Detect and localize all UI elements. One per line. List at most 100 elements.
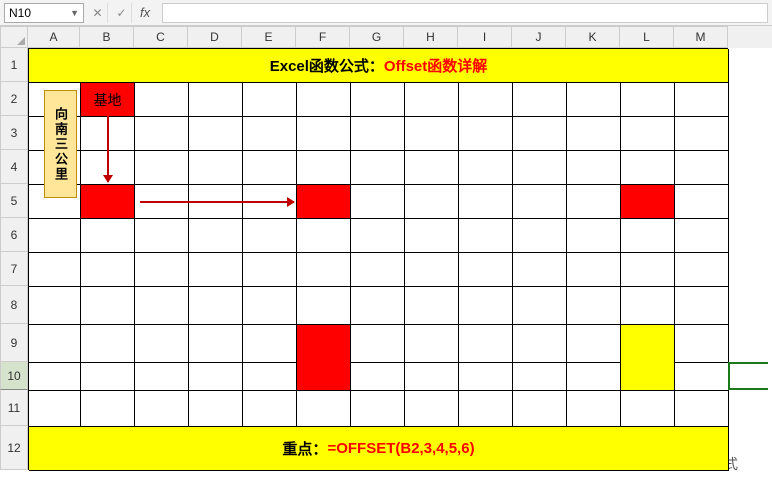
- cell-B8[interactable]: [81, 287, 135, 325]
- cell-E2[interactable]: [243, 83, 297, 117]
- accept-icon[interactable]: ✓: [112, 3, 132, 23]
- cell-B10[interactable]: [81, 363, 135, 391]
- cell-C3[interactable]: [135, 117, 189, 151]
- row-header-4[interactable]: 4: [0, 150, 28, 184]
- cell-K4[interactable]: [567, 151, 621, 185]
- col-header-L[interactable]: L: [620, 26, 674, 48]
- col-header-J[interactable]: J: [512, 26, 566, 48]
- cell-H2[interactable]: [405, 83, 459, 117]
- cell-D8[interactable]: [189, 287, 243, 325]
- cell-H4[interactable]: [405, 151, 459, 185]
- cell-F5[interactable]: [297, 185, 351, 219]
- cell-grid[interactable]: Excel函数公式：Offset函数详解基地重点：=OFFSET(B2,3,4,…: [28, 48, 728, 470]
- cell-D7[interactable]: [189, 253, 243, 287]
- cell-J4[interactable]: [513, 151, 567, 185]
- cell-M8[interactable]: [675, 287, 729, 325]
- cell-F3[interactable]: [297, 117, 351, 151]
- cell-L4[interactable]: [621, 151, 675, 185]
- cell-D3[interactable]: [189, 117, 243, 151]
- cell-G7[interactable]: [351, 253, 405, 287]
- cell-I7[interactable]: [459, 253, 513, 287]
- cell-D9[interactable]: [189, 325, 243, 363]
- cell-C9[interactable]: [135, 325, 189, 363]
- cell-J8[interactable]: [513, 287, 567, 325]
- cell-F4[interactable]: [297, 151, 351, 185]
- row-header-8[interactable]: 8: [0, 286, 28, 324]
- col-header-E[interactable]: E: [242, 26, 296, 48]
- cell-H5[interactable]: [405, 185, 459, 219]
- cell-C8[interactable]: [135, 287, 189, 325]
- cell-D6[interactable]: [189, 219, 243, 253]
- cell-B7[interactable]: [81, 253, 135, 287]
- cell-A11[interactable]: [29, 391, 81, 427]
- cell-A6[interactable]: [29, 219, 81, 253]
- cell-C7[interactable]: [135, 253, 189, 287]
- cell-C6[interactable]: [135, 219, 189, 253]
- cell-A1[interactable]: Excel函数公式：Offset函数详解: [29, 49, 729, 83]
- cell-K5[interactable]: [567, 185, 621, 219]
- cell-D11[interactable]: [189, 391, 243, 427]
- col-header-I[interactable]: I: [458, 26, 512, 48]
- cell-C2[interactable]: [135, 83, 189, 117]
- select-all-corner[interactable]: [0, 26, 28, 48]
- fx-icon[interactable]: fx: [136, 5, 154, 20]
- col-header-G[interactable]: G: [350, 26, 404, 48]
- cell-E7[interactable]: [243, 253, 297, 287]
- cell-L6[interactable]: [621, 219, 675, 253]
- cell-D2[interactable]: [189, 83, 243, 117]
- cell-J9[interactable]: [513, 325, 567, 363]
- cell-F6[interactable]: [297, 219, 351, 253]
- cell-G3[interactable]: [351, 117, 405, 151]
- cell-M7[interactable]: [675, 253, 729, 287]
- cell-L3[interactable]: [621, 117, 675, 151]
- namebox-dropdown-icon[interactable]: ▼: [70, 8, 79, 18]
- cell-M2[interactable]: [675, 83, 729, 117]
- cell-C10[interactable]: [135, 363, 189, 391]
- cell-H10[interactable]: [405, 363, 459, 391]
- cell-H8[interactable]: [405, 287, 459, 325]
- cell-I8[interactable]: [459, 287, 513, 325]
- cell-E10[interactable]: [243, 363, 297, 391]
- cell-G11[interactable]: [351, 391, 405, 427]
- cell-G10[interactable]: [351, 363, 405, 391]
- cell-J2[interactable]: [513, 83, 567, 117]
- cell-K2[interactable]: [567, 83, 621, 117]
- cell-A10[interactable]: [29, 363, 81, 391]
- cell-G6[interactable]: [351, 219, 405, 253]
- cell-K9[interactable]: [567, 325, 621, 363]
- row-header-11[interactable]: 11: [0, 390, 28, 426]
- cell-J7[interactable]: [513, 253, 567, 287]
- cell-F11[interactable]: [297, 391, 351, 427]
- row-header-2[interactable]: 2: [0, 82, 28, 116]
- cell-E3[interactable]: [243, 117, 297, 151]
- col-header-C[interactable]: C: [134, 26, 188, 48]
- cell-F8[interactable]: [297, 287, 351, 325]
- cell-G5[interactable]: [351, 185, 405, 219]
- cell-B5[interactable]: [81, 185, 135, 219]
- cell-C4[interactable]: [135, 151, 189, 185]
- cell-I2[interactable]: [459, 83, 513, 117]
- cell-B11[interactable]: [81, 391, 135, 427]
- cell-B2[interactable]: 基地: [81, 83, 135, 117]
- cell-J3[interactable]: [513, 117, 567, 151]
- row-header-10[interactable]: 10: [0, 362, 28, 390]
- cancel-icon[interactable]: ✕: [88, 3, 108, 23]
- cell-M6[interactable]: [675, 219, 729, 253]
- cell-D10[interactable]: [189, 363, 243, 391]
- cell-I11[interactable]: [459, 391, 513, 427]
- cell-B6[interactable]: [81, 219, 135, 253]
- cell-J6[interactable]: [513, 219, 567, 253]
- cell-E4[interactable]: [243, 151, 297, 185]
- cell-E6[interactable]: [243, 219, 297, 253]
- cell-K6[interactable]: [567, 219, 621, 253]
- cell-E11[interactable]: [243, 391, 297, 427]
- cell-H6[interactable]: [405, 219, 459, 253]
- formula-bar[interactable]: [162, 3, 768, 23]
- cell-I6[interactable]: [459, 219, 513, 253]
- cell-B9[interactable]: [81, 325, 135, 363]
- cell-E8[interactable]: [243, 287, 297, 325]
- cell-I10[interactable]: [459, 363, 513, 391]
- cell-A9[interactable]: [29, 325, 81, 363]
- cell-J11[interactable]: [513, 391, 567, 427]
- cell-L9[interactable]: [621, 325, 675, 391]
